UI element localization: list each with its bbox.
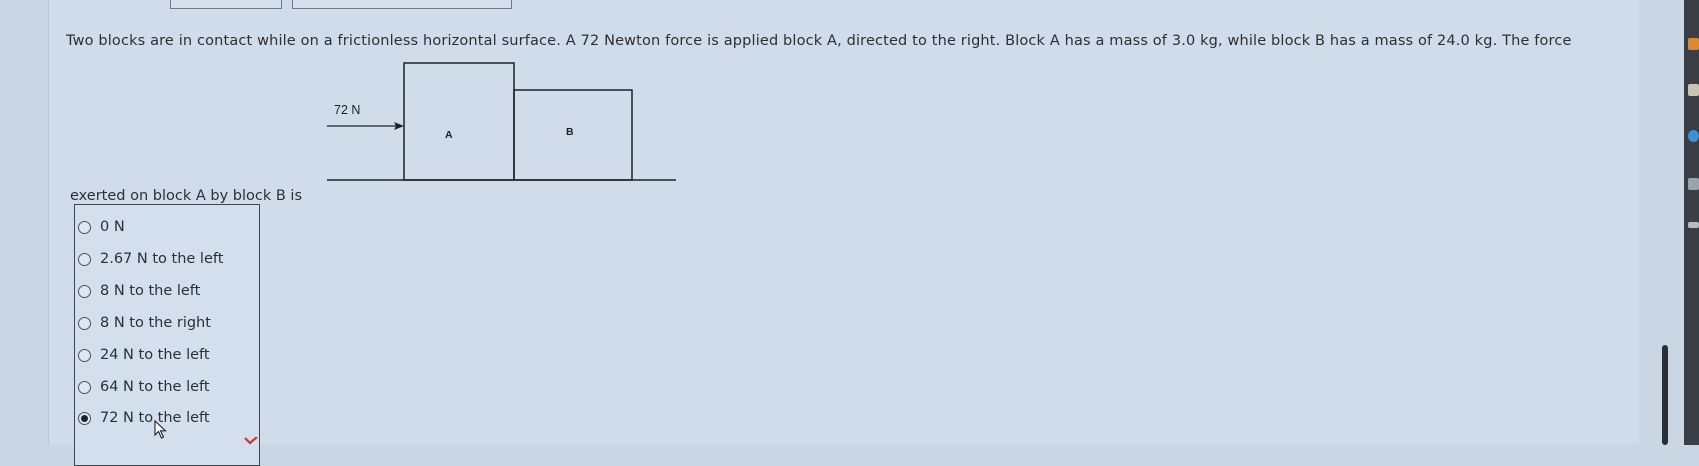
force-label: 72 N <box>334 103 360 117</box>
edge-app-icon-pin[interactable] <box>1688 222 1699 228</box>
page-frame <box>48 0 1639 445</box>
incorrect-mark-icon <box>244 437 258 445</box>
edge-app-icon-person[interactable] <box>1688 84 1699 96</box>
radio-button-icon[interactable] <box>78 380 91 394</box>
answer-option-label: 0 N <box>100 219 125 235</box>
answer-option[interactable]: 64 N to the left <box>78 376 210 398</box>
force-diagram: 72 N A B <box>327 62 676 181</box>
radio-button-icon[interactable] <box>78 348 91 362</box>
edge-app-icon-blue[interactable] <box>1688 130 1699 142</box>
question-text: Two blocks are in contact while on a fri… <box>66 33 1572 49</box>
answer-option-label: 8 N to the left <box>100 283 201 299</box>
radio-button-icon[interactable] <box>78 411 91 425</box>
answer-option[interactable]: 24 N to the left <box>78 344 210 366</box>
radio-button-icon[interactable] <box>78 284 91 298</box>
answer-option-label: 2.67 N to the left <box>100 251 224 267</box>
block-b-label: B <box>566 126 574 138</box>
answer-option-label: 8 N to the right <box>100 315 211 331</box>
answer-option-label: 64 N to the left <box>100 379 210 395</box>
radio-button-icon[interactable] <box>78 252 91 266</box>
answer-option-label: 24 N to the left <box>100 347 210 363</box>
block-a <box>403 62 515 181</box>
answer-option[interactable]: 8 N to the right <box>78 312 211 334</box>
scrollbar-thumb[interactable] <box>1662 345 1668 445</box>
answer-option[interactable]: 0 N <box>78 216 125 238</box>
top-toolbar-box-wide[interactable] <box>292 0 512 9</box>
top-toolbar-box[interactable] <box>170 0 282 9</box>
answer-option[interactable]: 72 N to the left <box>78 407 210 429</box>
block-a-label: A <box>445 129 453 141</box>
edge-app-icon-orange[interactable] <box>1688 38 1699 50</box>
answer-option[interactable]: 8 N to the left <box>78 280 200 302</box>
question-text-continued: exerted on block A by block B is <box>70 188 302 204</box>
radio-button-icon[interactable] <box>78 316 91 330</box>
mouse-cursor-icon <box>154 420 167 439</box>
radio-button-icon[interactable] <box>78 220 91 234</box>
answer-option[interactable]: 2.67 N to the left <box>78 248 223 270</box>
edge-app-icon-grey[interactable] <box>1688 178 1699 190</box>
